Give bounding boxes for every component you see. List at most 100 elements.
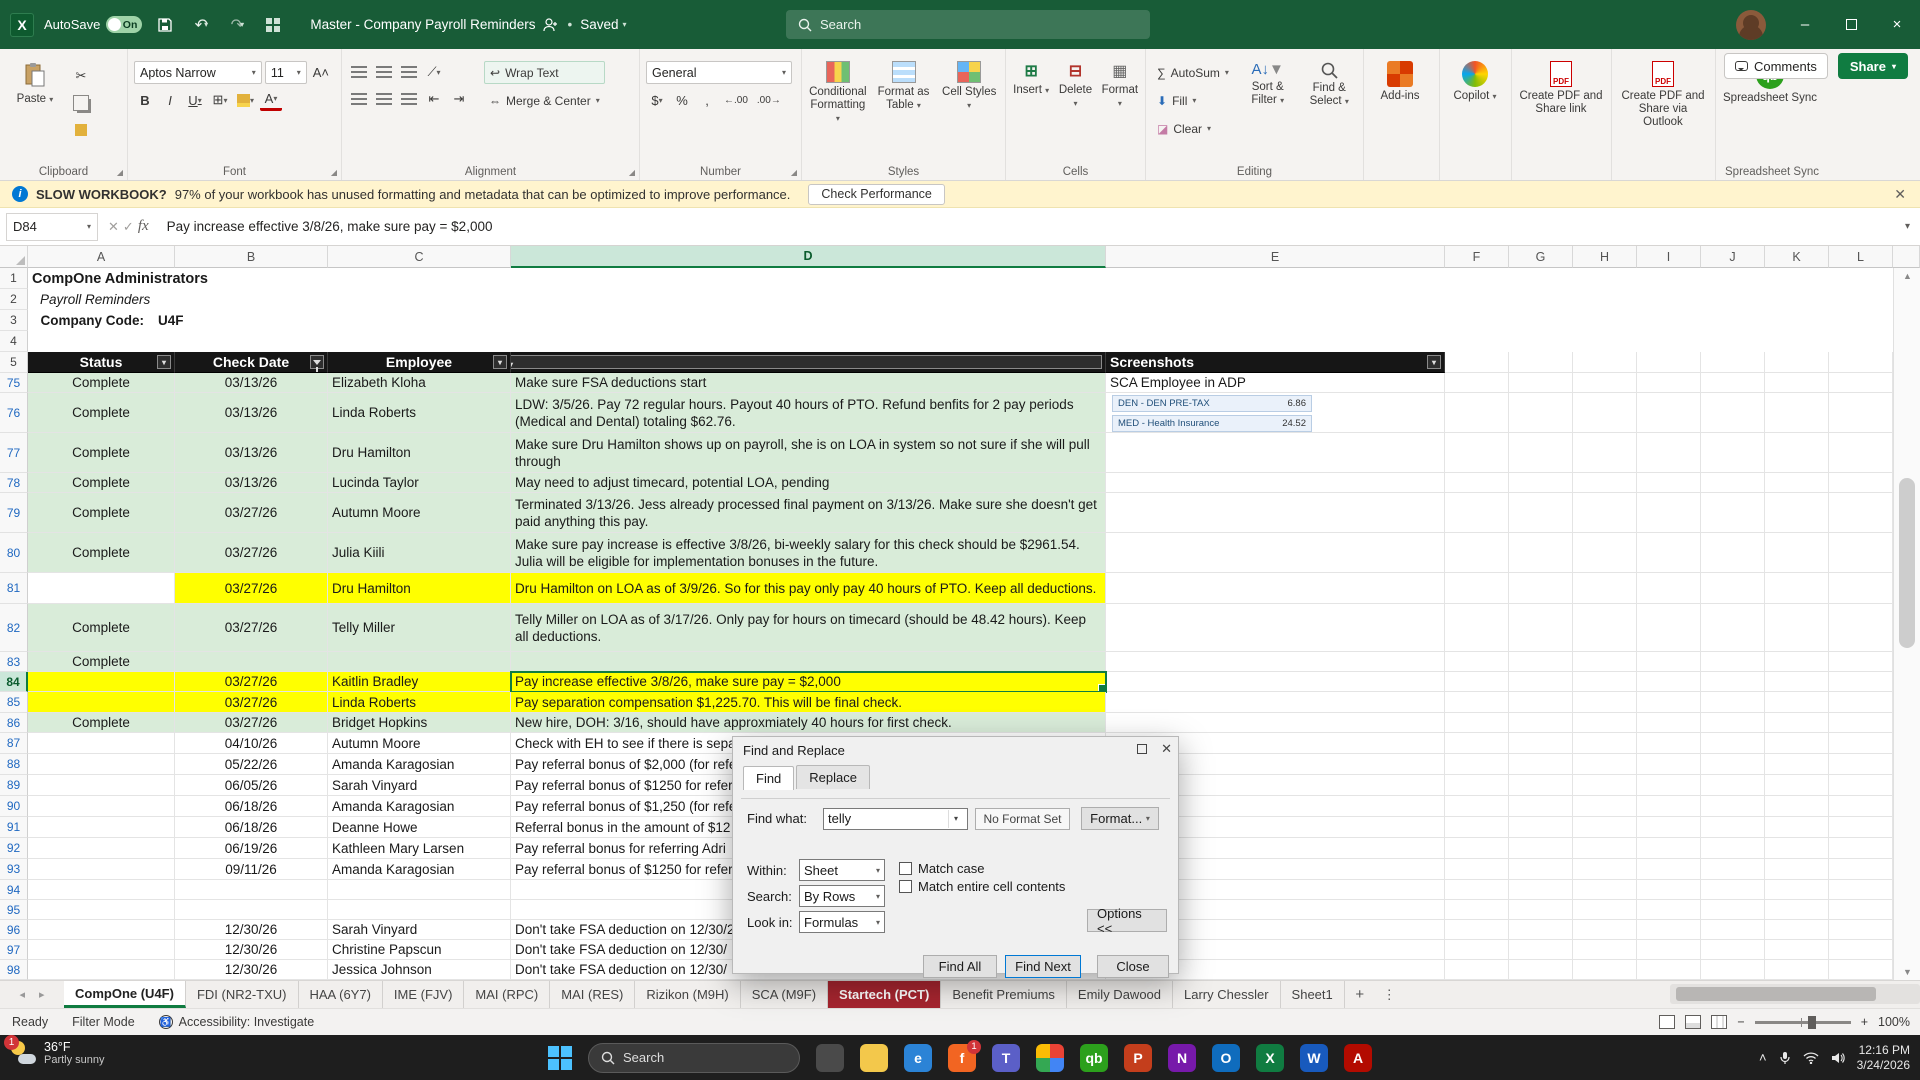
sheet-tab[interactable]: FDI (NR2-TXU) (186, 981, 299, 1008)
cancel-entry-icon[interactable]: ✕ (108, 219, 119, 235)
create-pdf-share-link-button[interactable]: PDF Create PDF and Share link (1518, 55, 1604, 162)
notes-cell[interactable]: Make sure pay increase is effective 3/8/… (511, 533, 1106, 573)
font-color-icon[interactable]: A▾ (260, 89, 282, 111)
undo-button[interactable]: ↶▾ (188, 12, 214, 38)
align-bottom-icon[interactable] (398, 61, 420, 83)
format-button[interactable]: Format... ▾ (1081, 807, 1159, 830)
header-check-date[interactable]: Check Date (175, 352, 328, 373)
screenshots-filter-dropdown-icon[interactable]: ▾ (1427, 355, 1441, 369)
status-cell[interactable]: Complete (28, 433, 175, 473)
status-cell[interactable] (28, 838, 175, 859)
status-cell[interactable]: Complete (28, 652, 175, 672)
increase-indent-icon[interactable]: ⇥ (448, 88, 470, 110)
new-sheet-button[interactable]: + (1345, 981, 1375, 1008)
row-header[interactable]: 84 (0, 672, 28, 692)
row-header[interactable]: 87 (0, 733, 28, 754)
notes-cell[interactable]: LDW: 3/5/26. Pay 72 regular hours. Payou… (511, 393, 1106, 433)
dialog-close-icon[interactable]: ✕ (1161, 741, 1172, 757)
italic-button[interactable]: I (159, 89, 181, 111)
dialog-title[interactable]: Find and Replace (733, 737, 1178, 763)
confirm-entry-icon[interactable]: ✓ (123, 219, 134, 235)
zoom-slider-thumb[interactable] (1808, 1016, 1816, 1029)
wrap-text-button[interactable]: ↩Wrap Text (484, 61, 605, 84)
check-date-filter-active-icon[interactable] (310, 355, 324, 369)
sheet-tab[interactable]: MAI (RES) (550, 981, 635, 1008)
taskbar-app-icon[interactable] (1036, 1044, 1064, 1072)
sheet-tab[interactable]: Benefit Premiums (941, 981, 1067, 1008)
tab-scroll-left-icon[interactable]: ◂ (19, 988, 25, 1001)
match-case-checkbox[interactable] (899, 862, 912, 875)
status-cell[interactable]: Complete (28, 373, 175, 393)
status-cell[interactable] (28, 960, 175, 980)
status-cell[interactable]: Complete (28, 493, 175, 533)
employee-cell[interactable]: Linda Roberts (328, 692, 511, 713)
screenshots-cell[interactable] (1106, 652, 1445, 672)
row-header[interactable]: 89 (0, 775, 28, 796)
increase-decimal-icon[interactable]: ←.00 (721, 89, 751, 111)
employee-cell[interactable]: Amanda Karagosian (328, 754, 511, 775)
accessibility-status[interactable]: ♿ Accessibility: Investigate (147, 1015, 326, 1029)
grow-font-icon[interactable]: A˄ (310, 62, 332, 84)
taskbar-app-icon[interactable]: qb (1080, 1044, 1108, 1072)
taskbar-app-icon[interactable] (860, 1044, 888, 1072)
find-all-button[interactable]: Find All (923, 955, 997, 978)
horizontal-scrollbar[interactable] (1670, 984, 1920, 1004)
sheet-tab[interactable]: SCA (M9F) (741, 981, 828, 1008)
status-cell[interactable]: Complete (28, 713, 175, 733)
check-date-cell[interactable]: 03/13/26 (175, 393, 328, 433)
check-performance-button[interactable]: Check Performance (808, 184, 944, 205)
zoom-level[interactable]: 100% (1878, 1015, 1910, 1029)
notes-cell[interactable]: Pay increase effective 3/8/26, make sure… (511, 672, 1106, 692)
status-cell[interactable] (28, 900, 175, 920)
screenshots-cell[interactable] (1106, 433, 1445, 473)
format-painter-icon[interactable] (70, 119, 92, 141)
check-date-cell[interactable]: 06/05/26 (175, 775, 328, 796)
status-cell[interactable] (28, 859, 175, 880)
screenshots-cell[interactable] (1106, 692, 1445, 713)
clear-button[interactable]: ◪Clear▾ (1152, 117, 1234, 140)
check-date-cell[interactable]: 03/27/26 (175, 533, 328, 573)
check-date-cell[interactable]: 03/27/26 (175, 692, 328, 713)
copilot-button[interactable]: Copilot ▾ (1446, 55, 1504, 162)
row-header[interactable]: 97 (0, 940, 28, 960)
employee-cell[interactable]: Julia Kiili (328, 533, 511, 573)
close-button[interactable]: × (1874, 0, 1920, 49)
tray-chevron-up-icon[interactable]: ˄ (1759, 1050, 1767, 1065)
notes-cell[interactable]: Make sure FSA deductions start (511, 373, 1106, 393)
number-format-select[interactable]: General▾ (646, 61, 792, 84)
check-date-cell[interactable] (175, 652, 328, 672)
sheet-tab[interactable]: HAA (6Y7) (299, 981, 383, 1008)
status-cell[interactable] (28, 920, 175, 940)
taskbar-search[interactable]: Search (588, 1043, 800, 1073)
column-header-d[interactable]: D (511, 246, 1106, 268)
column-header-l[interactable]: L (1829, 246, 1893, 268)
row-header[interactable]: 95 (0, 900, 28, 920)
row-header[interactable]: 76 (0, 393, 28, 433)
employee-cell[interactable]: Kathleen Mary Larsen (328, 838, 511, 859)
check-date-cell[interactable]: 09/11/26 (175, 859, 328, 880)
share-button[interactable]: Share▾ (1838, 53, 1908, 79)
check-date-cell[interactable]: 06/19/26 (175, 838, 328, 859)
check-date-cell[interactable]: 03/13/26 (175, 473, 328, 493)
status-cell[interactable] (28, 775, 175, 796)
notes-cell[interactable]: May need to adjust timecard, potential L… (511, 473, 1106, 493)
more-sheets-icon[interactable]: ⋮ (1375, 981, 1404, 1008)
employee-cell[interactable]: Amanda Karagosian (328, 859, 511, 880)
header-screenshots[interactable]: Screenshots ▾ (1106, 352, 1445, 373)
row-header[interactable]: 88 (0, 754, 28, 775)
taskbar-app-icon[interactable]: P (1124, 1044, 1152, 1072)
addins-button[interactable]: Add-ins (1370, 55, 1430, 162)
orientation-icon[interactable]: ⟋▾ (423, 61, 445, 83)
row-header[interactable]: 94 (0, 880, 28, 900)
employee-cell[interactable]: Bridget Hopkins (328, 713, 511, 733)
sort-filter-button[interactable]: A↓▼ Sort & Filter ▾ (1240, 55, 1296, 162)
options-button[interactable]: Options << (1087, 909, 1167, 932)
employee-cell[interactable]: Amanda Karagosian (328, 796, 511, 817)
within-select[interactable]: Sheet▾ (799, 859, 885, 881)
sheet-tab[interactable]: Rizikon (M9H) (635, 981, 740, 1008)
check-date-cell[interactable]: 03/27/26 (175, 713, 328, 733)
row-header[interactable]: 81 (0, 573, 28, 604)
comments-filter-dropdown-icon[interactable]: ▾ (511, 355, 1102, 369)
employee-cell[interactable]: Dru Hamilton (328, 573, 511, 604)
expand-formula-bar-icon[interactable]: ▾ (1905, 221, 1910, 232)
